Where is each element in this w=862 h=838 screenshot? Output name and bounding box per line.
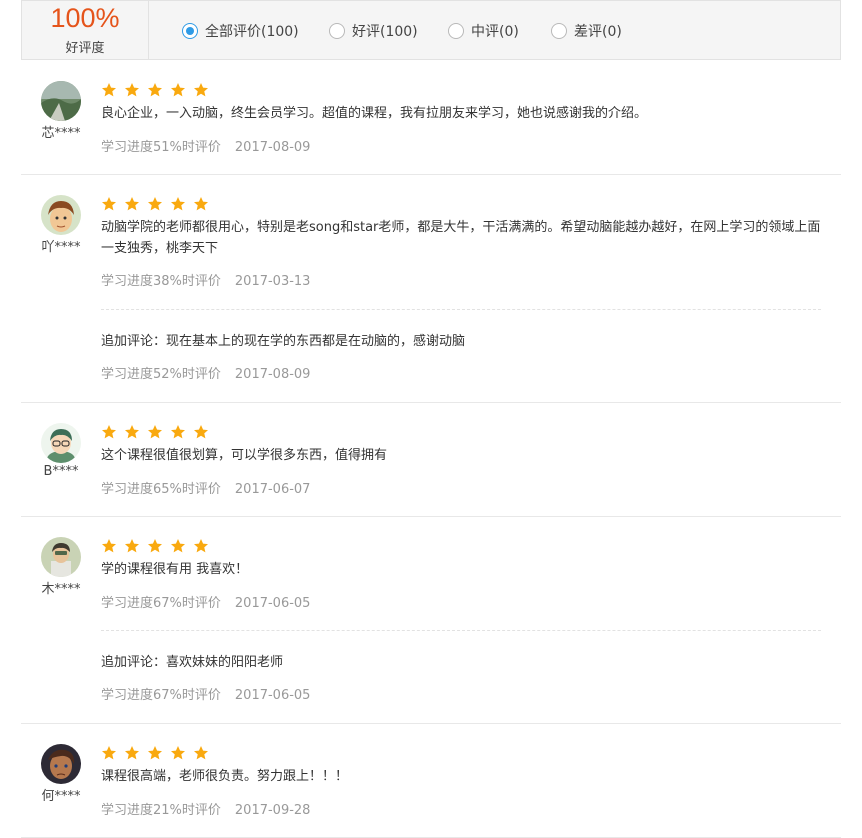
star-icon (124, 196, 147, 212)
star-icon (147, 538, 170, 554)
star-icon (124, 82, 147, 98)
filter-neutral-label: 中评(0) (471, 24, 519, 40)
star-icon (124, 424, 147, 440)
review-item: 何**** 课程很高端，老师很负责。努力跟上！！！ 学习进度21%时评价 2017… (21, 724, 841, 838)
filter-positive-label: 好评(100) (352, 24, 418, 40)
reviewer-name: 芯**** (41, 126, 81, 141)
append-review-text: 追加评论：喜欢妹妹的阳阳老师 (101, 655, 284, 670)
review-meta: 学习进度38%时评价 2017-03-13 (101, 270, 310, 289)
review-meta: 学习进度21%时评价 2017-09-28 (101, 799, 310, 818)
positive-rate-label: 好评度 (65, 41, 105, 56)
star-rating (101, 745, 216, 761)
review-filter-bar: 100% 好评度 全部评价(100) 好评(100) 中评(0) 差评(0) (21, 0, 841, 60)
star-icon (101, 538, 124, 554)
review-progress: 学习进度21%时评价 (101, 803, 221, 818)
review-text: 学的课程很有用 我喜欢！ (101, 562, 249, 577)
star-icon (193, 538, 216, 554)
review-meta: 学习进度67%时评价 2017-06-05 (101, 592, 310, 611)
star-rating (101, 538, 216, 554)
reviewer-name: B**** (43, 464, 79, 479)
star-icon (101, 745, 124, 761)
filter-negative-radio[interactable]: 差评(0) (551, 21, 622, 41)
append-review-text: 追加评论：现在基本上的现在学的东西都是在动脑的，感谢动脑 (101, 334, 466, 349)
positive-rate-value: 100% (50, 3, 120, 33)
star-icon (147, 82, 170, 98)
star-icon (170, 196, 193, 212)
star-icon (124, 745, 147, 761)
review-item: B**** 这个课程很值很划算，可以学很多东西，值得拥有 学习进度65%时评价 2… (21, 403, 841, 517)
star-icon (193, 196, 216, 212)
radio-unchecked-icon[interactable] (448, 23, 464, 39)
review-text: 动脑学院的老师都很用心，特别是老song和star老师，都是大牛，干活满满的。希… (101, 220, 821, 256)
review-text: 良心企业，一入动脑，终生会员学习。超值的课程，我有拉朋友来学习，她也说感谢我的介… (101, 106, 648, 121)
rating-summary: 100% 好评度 (22, 1, 149, 59)
append-divider (101, 309, 821, 310)
star-icon (101, 424, 124, 440)
review-date: 2017-06-07 (234, 482, 311, 497)
star-rating (101, 424, 216, 440)
radio-unchecked-icon[interactable] (551, 23, 567, 39)
star-icon (193, 82, 216, 98)
star-icon (193, 745, 216, 761)
review-item: 木**** 学的课程很有用 我喜欢！ 学习进度67%时评价 2017-06-05 … (21, 517, 841, 724)
star-icon (147, 745, 170, 761)
filter-all-radio[interactable]: 全部评价(100) (182, 21, 299, 41)
star-icon (124, 538, 147, 554)
review-meta: 学习进度65%时评价 2017-06-07 (101, 478, 310, 497)
star-icon (170, 538, 193, 554)
append-review-meta: 学习进度52%时评价 2017-08-09 (101, 363, 310, 382)
avatar[interactable] (41, 195, 81, 235)
append-date: 2017-06-05 (234, 688, 311, 703)
review-date: 2017-06-05 (234, 596, 311, 611)
append-date: 2017-08-09 (234, 367, 311, 382)
star-icon (147, 196, 170, 212)
star-icon (147, 424, 170, 440)
star-icon (170, 82, 193, 98)
reviewer-name: 何**** (41, 789, 81, 804)
star-icon (101, 196, 124, 212)
review-item: 芯**** 良心企业，一入动脑，终生会员学习。超值的课程，我有拉朋友来学习，她也… (21, 60, 841, 175)
append-progress: 学习进度67%时评价 (101, 688, 221, 703)
star-icon (170, 424, 193, 440)
star-icon (193, 424, 216, 440)
avatar[interactable] (41, 744, 81, 784)
star-icon (101, 82, 124, 98)
filter-negative-label: 差评(0) (574, 24, 622, 40)
review-date: 2017-08-09 (234, 140, 311, 155)
filter-neutral-radio[interactable]: 中评(0) (448, 21, 519, 41)
reviewer-name: 木**** (41, 582, 81, 597)
review-date: 2017-09-28 (234, 803, 311, 818)
avatar[interactable] (41, 537, 81, 577)
review-date: 2017-03-13 (234, 274, 311, 289)
review-text: 这个课程很值很划算，可以学很多东西，值得拥有 (101, 448, 388, 463)
avatar[interactable] (41, 81, 81, 121)
filter-positive-radio[interactable]: 好评(100) (329, 21, 418, 41)
append-review-meta: 学习进度67%时评价 2017-06-05 (101, 684, 310, 703)
review-item: 吖**** 动脑学院的老师都很用心，特别是老song和star老师，都是大牛，干… (21, 175, 841, 403)
star-rating (101, 82, 216, 98)
review-progress: 学习进度65%时评价 (101, 482, 221, 497)
radio-checked-icon[interactable] (182, 23, 198, 39)
reviewer-name: 吖**** (41, 240, 81, 255)
review-meta: 学习进度51%时评价 2017-08-09 (101, 136, 310, 155)
review-progress: 学习进度51%时评价 (101, 140, 221, 155)
star-rating (101, 196, 216, 212)
append-divider (101, 630, 821, 631)
avatar[interactable] (41, 423, 81, 463)
append-progress: 学习进度52%时评价 (101, 367, 221, 382)
filter-all-label: 全部评价(100) (205, 24, 299, 40)
radio-unchecked-icon[interactable] (329, 23, 345, 39)
review-progress: 学习进度67%时评价 (101, 596, 221, 611)
star-icon (170, 745, 193, 761)
review-progress: 学习进度38%时评价 (101, 274, 221, 289)
review-text: 课程很高端，老师很负责。努力跟上！！！ (101, 769, 349, 784)
review-panel: 100% 好评度 全部评价(100) 好评(100) 中评(0) 差评(0) 芯… (21, 0, 841, 838)
